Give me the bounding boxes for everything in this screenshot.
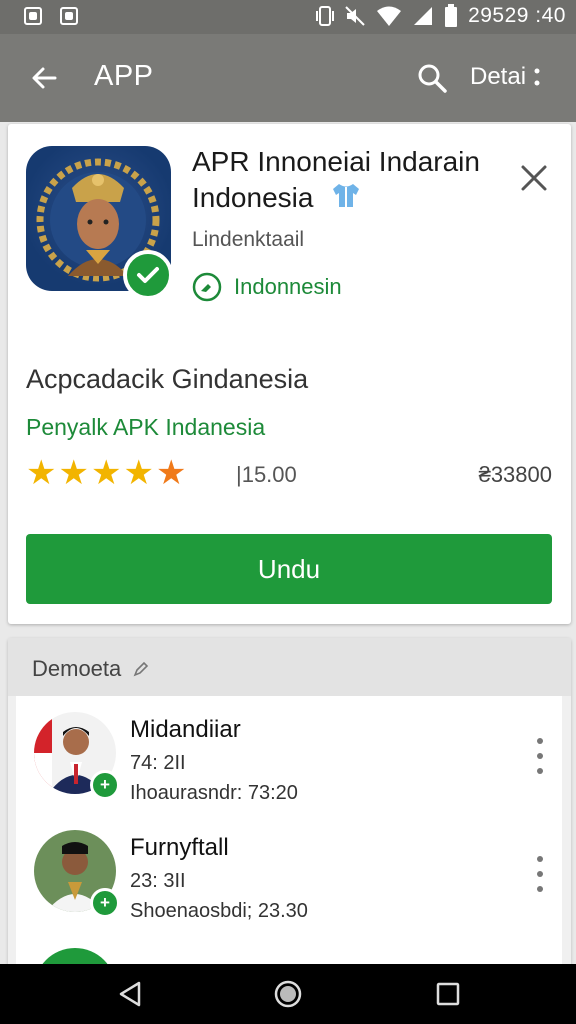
globe-icon bbox=[192, 272, 222, 302]
app-name: APR Innoneiai Indarain Indonesia bbox=[192, 144, 512, 218]
region-label: Indonnesin bbox=[234, 274, 342, 299]
star-icon: ★ bbox=[26, 454, 57, 492]
detail-label: Detai bbox=[470, 63, 527, 90]
circle-home-icon bbox=[274, 980, 302, 1008]
item-name: Furnyftall bbox=[130, 834, 229, 861]
region-row: Indonnesin bbox=[192, 272, 342, 302]
close-icon bbox=[521, 165, 547, 191]
nav-home-button[interactable] bbox=[272, 978, 304, 1010]
rating-value: |15.00 bbox=[236, 462, 297, 487]
status-bar: 29529 :40 bbox=[0, 0, 576, 34]
online-badge: + bbox=[90, 770, 120, 800]
square-recents-icon bbox=[436, 982, 460, 1006]
arrow-left-icon bbox=[32, 67, 57, 89]
rating-stars: ★ ★ ★ ★ ★ bbox=[26, 456, 186, 490]
battery-icon bbox=[445, 4, 458, 27]
nav-back-button[interactable] bbox=[114, 978, 146, 1010]
download-button[interactable]: Undu bbox=[26, 534, 552, 604]
online-badge: + bbox=[90, 888, 120, 918]
item-more-button[interactable] bbox=[526, 738, 554, 774]
shirt-icon bbox=[331, 181, 361, 218]
status-indicators: 29529 :40 bbox=[316, 4, 566, 28]
star-icon: ★ bbox=[90, 454, 122, 492]
download-count: ₴33800 bbox=[478, 462, 552, 487]
edit-icon bbox=[133, 661, 149, 677]
verified-badge bbox=[123, 250, 173, 300]
app-bar: APP Detai bbox=[0, 34, 576, 122]
detail-menu-button[interactable]: Detai bbox=[470, 63, 540, 91]
item-detail: 74: 2II bbox=[130, 752, 186, 774]
section-card: Demoeta + Midandiiar 74: 2II Ihoaurasndr… bbox=[8, 638, 571, 968]
app-info-card: APR Innoneiai Indarain Indonesia Lindenk… bbox=[8, 124, 571, 624]
section-header: Demoeta bbox=[8, 638, 571, 696]
nav-recents-button[interactable] bbox=[432, 978, 464, 1010]
item-subdetail: Shoenaosbdi; 23.30 bbox=[130, 900, 308, 922]
notification-icon bbox=[24, 7, 42, 25]
app-name-line2-row: Indonesia bbox=[192, 180, 512, 218]
app-name-line1: APR Innoneiai Indarain bbox=[192, 146, 480, 177]
list-item[interactable]: + Midandiiar 74: 2II Ihoaurasndr: 73:20 bbox=[16, 712, 562, 832]
item-name: Midandiiar bbox=[130, 716, 241, 743]
star-icon: ★ bbox=[155, 454, 187, 492]
system-nav-bar bbox=[0, 964, 576, 1024]
mute-icon bbox=[345, 6, 365, 26]
signal-icon bbox=[414, 7, 433, 25]
developer-name[interactable]: Lindenktaail bbox=[192, 228, 304, 252]
close-button[interactable] bbox=[516, 160, 552, 196]
list-item[interactable]: + Furnyftall 23: 3II Shoenaosbdi; 23.30 bbox=[16, 830, 562, 950]
item-subdetail: Ihoaurasndr: 73:20 bbox=[130, 782, 298, 804]
star-icon: ★ bbox=[58, 454, 89, 492]
section-title: Demoeta bbox=[32, 656, 122, 681]
item-more-button[interactable] bbox=[526, 856, 554, 892]
star-icon: ★ bbox=[123, 454, 154, 492]
page-title: APP bbox=[94, 60, 154, 92]
back-button[interactable] bbox=[24, 58, 64, 98]
search-icon bbox=[418, 64, 447, 93]
triangle-back-icon bbox=[119, 981, 141, 1007]
search-button[interactable] bbox=[412, 58, 452, 98]
publisher-link[interactable]: Penyalk APK Indanesia bbox=[26, 414, 265, 441]
app-subtitle: Acpcadacik Gindanesia bbox=[26, 364, 309, 394]
rating-row: ★ ★ ★ ★ ★ |15.00 ₴33800 bbox=[26, 456, 554, 492]
wifi-icon bbox=[377, 6, 402, 26]
more-vert-icon bbox=[534, 68, 540, 86]
app-name-line2: Indonesia bbox=[192, 182, 314, 213]
image-notification-icon bbox=[60, 7, 78, 25]
item-detail: 23: 3II bbox=[130, 870, 186, 892]
section-list: + Midandiiar 74: 2II Ihoaurasndr: 73:20 … bbox=[16, 696, 562, 968]
section-title-row[interactable]: Demoeta bbox=[32, 656, 149, 682]
status-notifications bbox=[24, 7, 78, 25]
status-time: 29529 :40 bbox=[468, 4, 566, 27]
vibrate-icon bbox=[316, 6, 335, 26]
checkmark-icon bbox=[137, 267, 159, 283]
